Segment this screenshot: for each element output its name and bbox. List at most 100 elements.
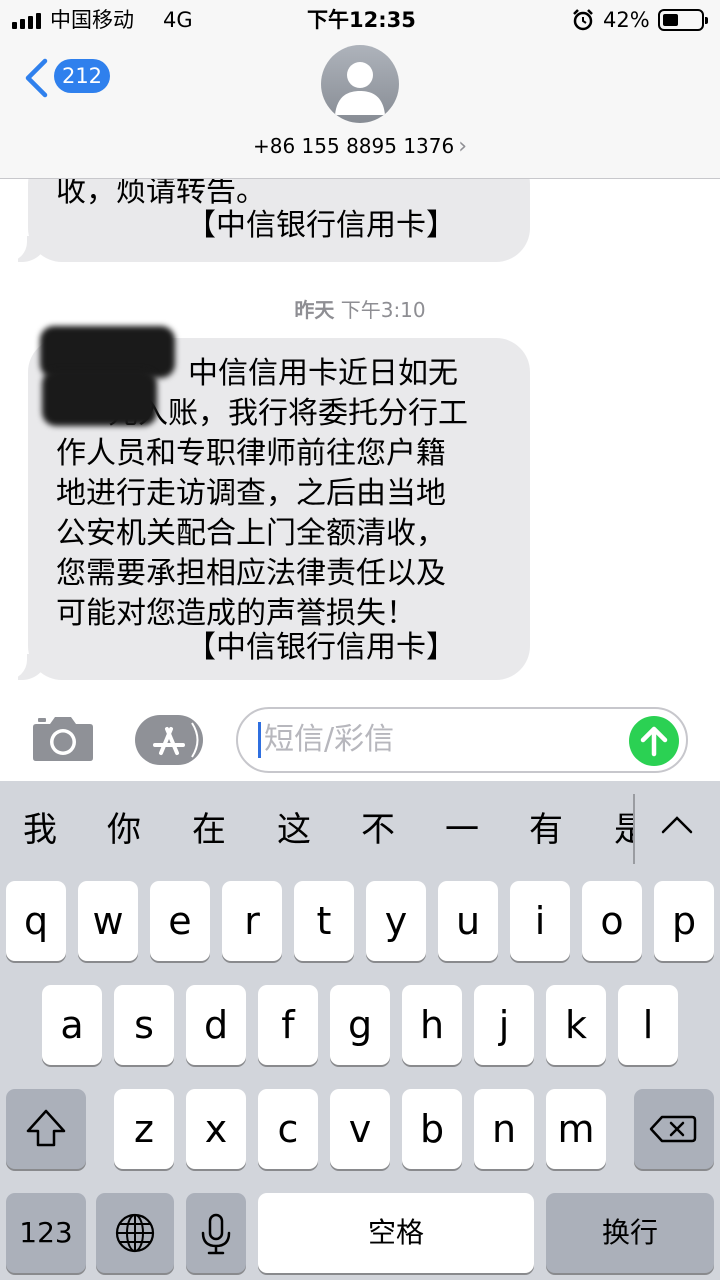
candidate-word[interactable]: 你	[107, 806, 141, 854]
key-label: z	[134, 1107, 154, 1151]
key-label: e	[168, 899, 192, 943]
key-q[interactable]: q	[6, 881, 66, 961]
key-t[interactable]: t	[294, 881, 354, 961]
candidate-word[interactable]: 有	[529, 806, 563, 854]
redaction-mark	[42, 370, 157, 426]
key-s[interactable]: s	[114, 985, 174, 1065]
key-label: n	[491, 1107, 517, 1151]
message-input-placeholder: 短信/彩信	[264, 722, 395, 757]
key-z[interactable]: z	[114, 1089, 174, 1169]
microphone-key[interactable]	[186, 1193, 246, 1273]
key-label: g	[347, 1003, 373, 1047]
timestamp-day: 昨天	[294, 298, 335, 322]
key-label: w	[92, 899, 124, 943]
message-line: 【中信银行信用卡】	[186, 630, 456, 665]
text-cursor	[258, 722, 261, 758]
message-line: 地进行走访调查，之后由当地	[56, 476, 446, 511]
chevron-right-icon: ›	[458, 134, 468, 159]
key-label: s	[134, 1003, 154, 1047]
key-j[interactable]: j	[474, 985, 534, 1065]
key-label: m	[557, 1107, 595, 1151]
send-arrow-icon[interactable]	[629, 716, 679, 766]
key-label: c	[277, 1107, 299, 1151]
key-h[interactable]: h	[402, 985, 462, 1065]
app-store-icon[interactable]	[135, 715, 203, 765]
candidate-clip: 是	[614, 806, 634, 854]
key-label: v	[348, 1107, 372, 1151]
key-v[interactable]: v	[330, 1089, 390, 1169]
network-label: 4G	[163, 8, 193, 32]
signal-icon	[12, 11, 41, 29]
key-label: h	[419, 1003, 445, 1047]
unread-count-badge[interactable]: 212	[54, 59, 110, 93]
key-i[interactable]: i	[510, 881, 570, 961]
key-u[interactable]: u	[438, 881, 498, 961]
key-b[interactable]: b	[402, 1089, 462, 1169]
key-m[interactable]: m	[546, 1089, 606, 1169]
candidate-word[interactable]: 这	[277, 806, 311, 854]
key-label: o	[600, 899, 624, 943]
message-timestamp: 昨天 下午3:10	[0, 294, 720, 323]
candidate-word[interactable]: 我	[23, 806, 57, 854]
key-label: l	[642, 1003, 654, 1047]
key-l[interactable]: l	[618, 985, 678, 1065]
contact-number-text: +86 155 8895 1376	[252, 134, 455, 158]
key-x[interactable]: x	[186, 1089, 246, 1169]
key-w[interactable]: w	[78, 881, 138, 961]
key-label: q	[23, 899, 49, 943]
message-line: 【中信银行信用卡】	[186, 208, 456, 243]
shift-key[interactable]	[6, 1089, 86, 1169]
timestamp-time: 下午3:10	[340, 298, 426, 322]
delete-key[interactable]	[634, 1089, 714, 1169]
message-line: 中信信用卡近日如无	[188, 356, 458, 391]
avatar-icon[interactable]	[321, 45, 399, 123]
key-r[interactable]: r	[222, 881, 282, 961]
key-label: i	[534, 899, 546, 943]
key-y[interactable]: y	[366, 881, 426, 961]
candidate-word[interactable]: 不	[361, 806, 395, 854]
message-line: 元入账，我行将委托分行工	[108, 396, 468, 431]
key-f[interactable]: f	[258, 985, 318, 1065]
back-chevron-icon[interactable]	[24, 58, 48, 98]
key-a[interactable]: a	[42, 985, 102, 1065]
candidate-word[interactable]: 在	[192, 806, 226, 854]
key-k[interactable]: k	[546, 985, 606, 1065]
key-label: y	[384, 899, 408, 943]
expand-chevron-icon[interactable]	[660, 812, 694, 838]
key-g[interactable]: g	[330, 985, 390, 1065]
key-label: u	[455, 899, 481, 943]
key-label: t	[316, 899, 332, 943]
key-d[interactable]: d	[186, 985, 246, 1065]
space-key[interactable]: 空格	[258, 1193, 534, 1273]
shift-icon	[26, 1109, 66, 1147]
key-c[interactable]: c	[258, 1089, 318, 1169]
key-e[interactable]: e	[150, 881, 210, 961]
key-o[interactable]: o	[582, 881, 642, 961]
delete-icon	[649, 1115, 697, 1143]
message-line: 公安机关配合上门全额清收，	[56, 516, 446, 551]
clock: 下午12:35	[307, 8, 416, 32]
camera-icon[interactable]	[32, 714, 94, 762]
key-n[interactable]: n	[474, 1089, 534, 1169]
globe-key[interactable]	[96, 1193, 174, 1273]
return-key[interactable]: 换行	[546, 1193, 714, 1273]
key-label: 空格	[367, 1216, 424, 1249]
numbers-key[interactable]: 123	[6, 1193, 86, 1273]
key-label: b	[419, 1107, 445, 1151]
message-line: 您需要承担相应法律责任以及	[56, 556, 446, 591]
carrier-label: 中国移动	[50, 8, 134, 32]
status-bar: 中国移动 4G 下午12:35 42%	[0, 0, 720, 40]
key-label: x	[204, 1107, 228, 1151]
key-p[interactable]: p	[654, 881, 714, 961]
candidate-separator	[633, 794, 635, 864]
battery-percent: 42%	[603, 8, 650, 32]
battery-icon	[658, 9, 708, 31]
key-label: p	[671, 899, 697, 943]
candidate-word[interactable]: 是	[614, 810, 634, 850]
microphone-icon	[201, 1213, 231, 1255]
contact-number[interactable]: +86 155 8895 1376›	[200, 132, 520, 161]
key-label: k	[564, 1003, 587, 1047]
candidate-word[interactable]: 一	[445, 806, 479, 854]
message-line: 作人员和专职律师前往您户籍	[56, 436, 446, 471]
key-label: j	[498, 1003, 510, 1047]
